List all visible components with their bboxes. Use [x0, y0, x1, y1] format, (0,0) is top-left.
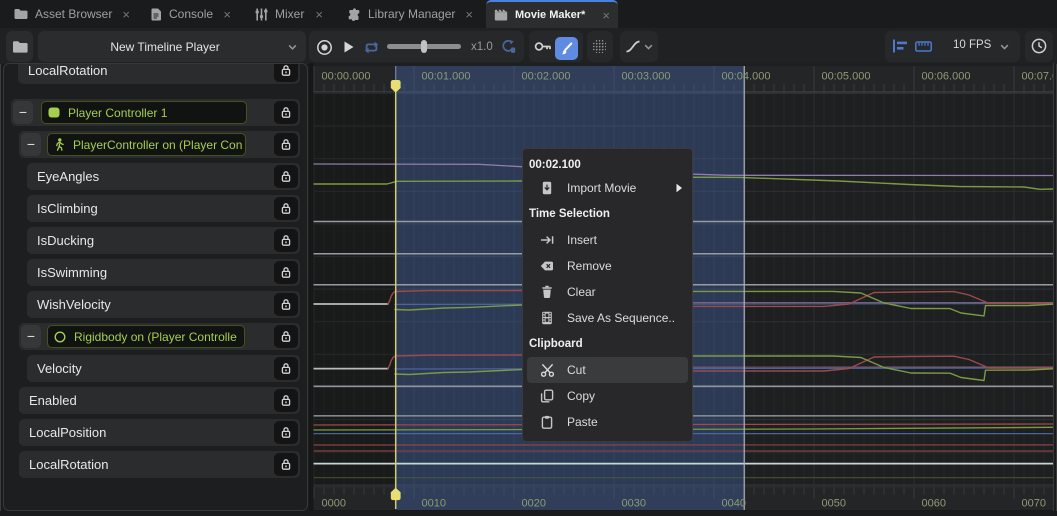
- svg-text:00:01.000: 00:01.000: [422, 71, 471, 83]
- svg-text:0000: 0000: [322, 498, 346, 510]
- svg-text:0060: 0060: [922, 498, 946, 510]
- svg-text:00:00.000: 00:00.000: [322, 71, 371, 83]
- svg-text:00:03.000: 00:03.000: [622, 71, 671, 83]
- svg-text:0010: 0010: [422, 498, 446, 510]
- svg-text:0050: 0050: [822, 498, 846, 510]
- svg-text:00:04.000: 00:04.000: [722, 71, 771, 83]
- svg-text:00:02.000: 00:02.000: [522, 71, 571, 83]
- svg-text:0070: 0070: [1022, 498, 1046, 510]
- svg-text:00:07.000: 00:07.000: [1022, 71, 1055, 83]
- svg-text:0020: 0020: [522, 498, 546, 510]
- svg-text:00:06.000: 00:06.000: [922, 71, 971, 83]
- svg-text:0030: 0030: [622, 498, 646, 510]
- svg-text:0040: 0040: [722, 498, 746, 510]
- svg-text:00:05.000: 00:05.000: [822, 71, 871, 83]
